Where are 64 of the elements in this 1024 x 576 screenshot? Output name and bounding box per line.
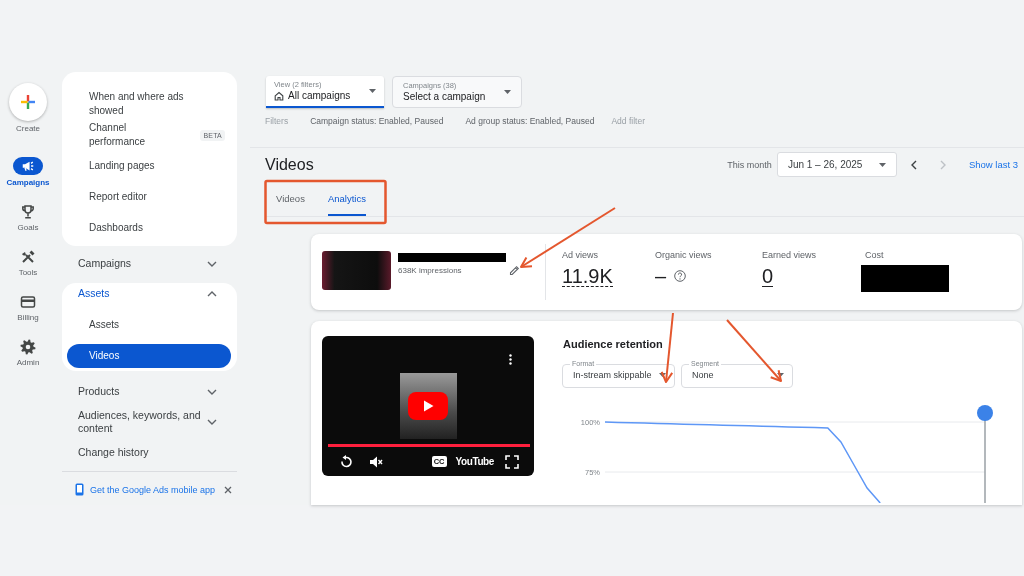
metric-value: – [655, 266, 667, 286]
tab[interactable]: Analytics [327, 183, 366, 216]
fullscreen-icon[interactable] [505, 454, 519, 469]
credit-card-icon [20, 294, 36, 310]
trophy-icon [20, 204, 36, 220]
impressions-text: 638K impressions [398, 266, 463, 276]
nav-section-header[interactable]: Campaigns [62, 251, 237, 276]
filter-item[interactable]: Ad group status: Enabled, Paused [465, 115, 595, 127]
nav-item[interactable]: Assets [67, 312, 231, 337]
nav-item[interactable]: Landing pages [62, 150, 237, 182]
metric-label: Ad views [562, 250, 598, 261]
tools-icon [20, 249, 36, 265]
nav-section-header[interactable]: Audiences, keywords, and content [62, 406, 237, 438]
page-title: Videos [265, 155, 314, 174]
metric-value: 11.9K [562, 266, 613, 287]
nav-rail-item[interactable]: Create [9, 83, 47, 134]
help-icon[interactable] [674, 270, 687, 282]
filters-label: Filters [265, 115, 289, 127]
nav-rail-item[interactable]: Tools [18, 249, 38, 278]
gear-icon [20, 339, 36, 355]
muted-speaker-icon[interactable] [369, 454, 383, 469]
nav-item[interactable]: Dashboards [62, 212, 237, 244]
close-icon[interactable] [224, 485, 232, 494]
metric-value: 0 [762, 266, 774, 287]
nav-item[interactable]: When and where ads showed [62, 88, 237, 120]
caret-icon [504, 90, 511, 94]
nav-section-header[interactable]: Products [62, 379, 237, 404]
playhead-marker[interactable] [977, 405, 993, 503]
pencil-icon[interactable] [509, 265, 520, 276]
mobile-app-link[interactable]: Get the Google Ads mobile app [75, 483, 216, 496]
date-preset-label: This month [727, 159, 772, 170]
replay-icon[interactable] [339, 454, 353, 469]
nav-rail-item[interactable]: Billing [17, 294, 39, 323]
section-title: Audience retention [563, 337, 663, 351]
player-logo[interactable]: YouTube [455, 456, 494, 467]
caret-icon [659, 373, 666, 377]
caret-icon [777, 373, 784, 377]
caret-icon [369, 89, 376, 93]
tab[interactable]: Videos [276, 183, 305, 216]
nav-item[interactable]: Report editor [62, 181, 237, 213]
nav-rail-item[interactable]: Goals [17, 204, 39, 233]
nav-section-header[interactable]: Assets [62, 282, 237, 305]
megaphone-icon [13, 157, 43, 175]
nav-item[interactable]: Videos [67, 343, 231, 368]
chevron-left-icon [910, 159, 917, 170]
metric-label: Earned views [762, 250, 817, 261]
nav-rail-item[interactable]: Admin [16, 339, 40, 368]
date-range-dropdown[interactable]: Jun 1 – 26, 2025 [776, 152, 897, 177]
chevron-right-icon [939, 159, 946, 170]
annotation-arrow [726, 319, 782, 382]
plus-icon [9, 83, 47, 121]
metric-label: Organic views [655, 250, 712, 261]
metric-label: Cost [865, 250, 884, 261]
nav-item[interactable]: Change history [62, 440, 237, 465]
thumbnail-placeholder [322, 251, 391, 290]
more-vertical-icon[interactable] [509, 354, 512, 365]
caret-icon [878, 162, 886, 167]
home-icon [274, 90, 284, 101]
phone-icon [75, 483, 84, 496]
annotation-arrow [660, 312, 674, 383]
play-button-icon[interactable] [408, 392, 448, 420]
show-last-link[interactable]: Show last 3 [968, 159, 1018, 170]
nav-rail-item[interactable]: Campaigns [6, 157, 50, 188]
filter-item[interactable]: Campaign status: Enabled, Paused [310, 115, 444, 127]
